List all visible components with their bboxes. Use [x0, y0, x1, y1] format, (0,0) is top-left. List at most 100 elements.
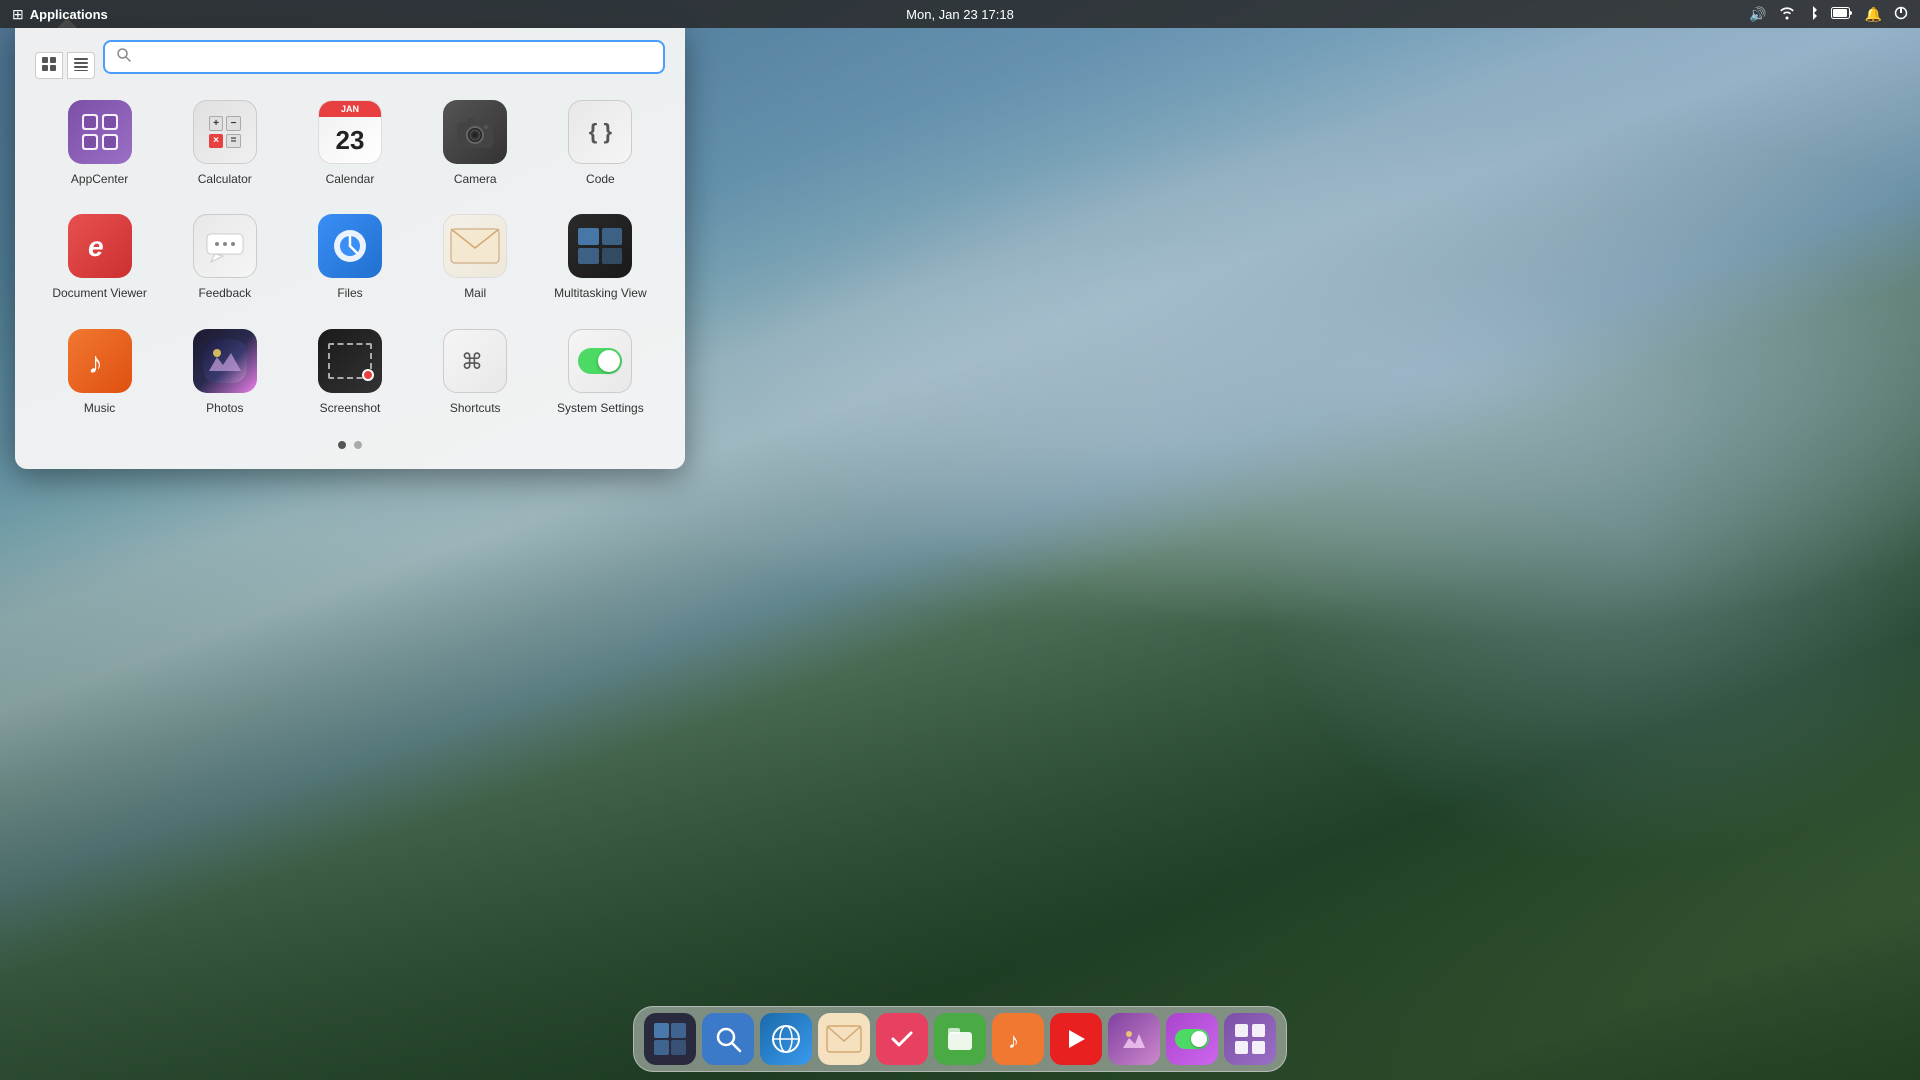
dock-media-icon: [1050, 1013, 1102, 1065]
code-label: Code: [586, 172, 615, 186]
appcenter-icon: [68, 100, 132, 164]
app-item-appcenter[interactable]: AppCenter: [39, 90, 160, 196]
appcenter-label: AppCenter: [71, 172, 128, 186]
app-item-document-viewer[interactable]: e Document Viewer: [39, 204, 160, 310]
view-toggles: [35, 52, 95, 79]
topbar-right: 🔊 🔔: [1749, 5, 1908, 24]
svg-text:⌘: ⌘: [461, 349, 483, 374]
files-icon: [318, 214, 382, 278]
settings-toggle-track: [578, 348, 622, 374]
dock-item-music[interactable]: ♪: [992, 1013, 1044, 1065]
app-item-system-settings[interactable]: System Settings: [540, 319, 661, 425]
dock-item-browser[interactable]: [760, 1013, 812, 1065]
pagination: [35, 441, 665, 449]
battery-icon[interactable]: [1831, 6, 1853, 22]
dock: ♪: [633, 1006, 1287, 1072]
dock-mail-icon: [818, 1013, 870, 1065]
shortcuts-label: Shortcuts: [450, 401, 501, 415]
dock-files-icon: [934, 1013, 986, 1065]
dock-item-multitasking[interactable]: [644, 1013, 696, 1065]
search-bar: [103, 40, 665, 74]
dock-multitasking-icon: [644, 1013, 696, 1065]
app-menu-icon[interactable]: ⊞: [12, 6, 24, 23]
svg-text:♪: ♪: [1008, 1028, 1019, 1053]
svg-text:e: e: [88, 231, 104, 262]
bluetooth-icon[interactable]: [1807, 5, 1819, 24]
music-label: Music: [84, 401, 115, 415]
pagination-dot-2[interactable]: [354, 441, 362, 449]
code-icon: { }: [568, 100, 632, 164]
mail-label: Mail: [464, 286, 486, 300]
feedback-icon: [193, 214, 257, 278]
power-icon[interactable]: [1894, 6, 1908, 23]
search-magnifier-icon: [117, 48, 131, 66]
document-icon: e: [68, 214, 132, 278]
topbar-datetime: Mon, Jan 23 17:18: [906, 7, 1014, 22]
dock-item-media[interactable]: [1050, 1013, 1102, 1065]
settings-label: System Settings: [557, 401, 644, 415]
calculator-label: Calculator: [198, 172, 252, 186]
app-item-music[interactable]: ♪ Music: [39, 319, 160, 425]
volume-icon[interactable]: 🔊: [1749, 6, 1766, 23]
pagination-dot-1[interactable]: [338, 441, 346, 449]
music-icon: ♪: [68, 329, 132, 393]
dock-browser-icon: [760, 1013, 812, 1065]
dock-item-files[interactable]: [934, 1013, 986, 1065]
document-viewer-label: Document Viewer: [52, 286, 147, 300]
dock-item-settings[interactable]: [1166, 1013, 1218, 1065]
dock-search-icon: [702, 1013, 754, 1065]
screenshot-dashed-border: [328, 343, 372, 379]
app-item-calculator[interactable]: + − × = Calculator: [164, 90, 285, 196]
dock-item-tasks[interactable]: [876, 1013, 928, 1065]
dock-photos-icon: [1108, 1013, 1160, 1065]
notification-icon[interactable]: 🔔: [1865, 6, 1882, 23]
camera-icon: [443, 100, 507, 164]
screenshot-cursor-dot: [362, 369, 374, 381]
svg-text:♪: ♪: [88, 347, 103, 380]
screenshot-label: Screenshot: [320, 401, 381, 415]
app-launcher: AppCenter + − × = Calculator JAN: [15, 28, 685, 469]
dock-item-photos[interactable]: [1108, 1013, 1160, 1065]
app-item-files[interactable]: Files: [289, 204, 410, 310]
calculator-icon: + − × =: [193, 100, 257, 164]
photos-icon: [193, 329, 257, 393]
files-label: Files: [337, 286, 362, 300]
dock-item-search[interactable]: [702, 1013, 754, 1065]
app-item-photos[interactable]: Photos: [164, 319, 285, 425]
desktop: ⊞ Applications Mon, Jan 23 17:18 🔊: [0, 0, 1920, 1080]
app-item-screenshot[interactable]: Screenshot: [289, 319, 410, 425]
app-item-camera[interactable]: Camera: [415, 90, 536, 196]
photos-label: Photos: [206, 401, 243, 415]
dock-settings-icon: [1166, 1013, 1218, 1065]
calendar-icon: JAN 23: [318, 100, 382, 164]
screenshot-icon: [318, 329, 382, 393]
topbar-left: ⊞ Applications: [12, 6, 108, 23]
grid-view-toggle[interactable]: [35, 52, 63, 79]
app-item-calendar[interactable]: JAN 23 Calendar: [289, 90, 410, 196]
search-input[interactable]: [139, 49, 651, 65]
topbar: ⊞ Applications Mon, Jan 23 17:18 🔊: [0, 0, 1920, 28]
dock-item-mail[interactable]: [818, 1013, 870, 1065]
app-grid: AppCenter + − × = Calculator JAN: [35, 90, 665, 425]
shortcuts-icon: ⌘: [443, 329, 507, 393]
settings-icon: [568, 329, 632, 393]
dock-item-appcenter[interactable]: [1224, 1013, 1276, 1065]
settings-toggle-thumb: [598, 350, 620, 372]
list-view-toggle[interactable]: [67, 52, 95, 79]
multitasking-label: Multitasking View: [554, 286, 646, 300]
camera-label: Camera: [454, 172, 497, 186]
app-item-feedback[interactable]: Feedback: [164, 204, 285, 310]
mail-icon: [443, 214, 507, 278]
app-item-multitasking[interactable]: Multitasking View: [540, 204, 661, 310]
topbar-app-title: Applications: [30, 7, 108, 22]
multitasking-icon: [568, 214, 632, 278]
search-row: [35, 40, 665, 90]
wifi-icon[interactable]: [1779, 6, 1795, 23]
app-item-code[interactable]: { } Code: [540, 90, 661, 196]
app-item-mail[interactable]: Mail: [415, 204, 536, 310]
dock-music-icon: ♪: [992, 1013, 1044, 1065]
feedback-label: Feedback: [198, 286, 251, 300]
dock-tasks-icon: [876, 1013, 928, 1065]
dock-appcenter-icon: [1224, 1013, 1276, 1065]
app-item-shortcuts[interactable]: ⌘ Shortcuts: [415, 319, 536, 425]
